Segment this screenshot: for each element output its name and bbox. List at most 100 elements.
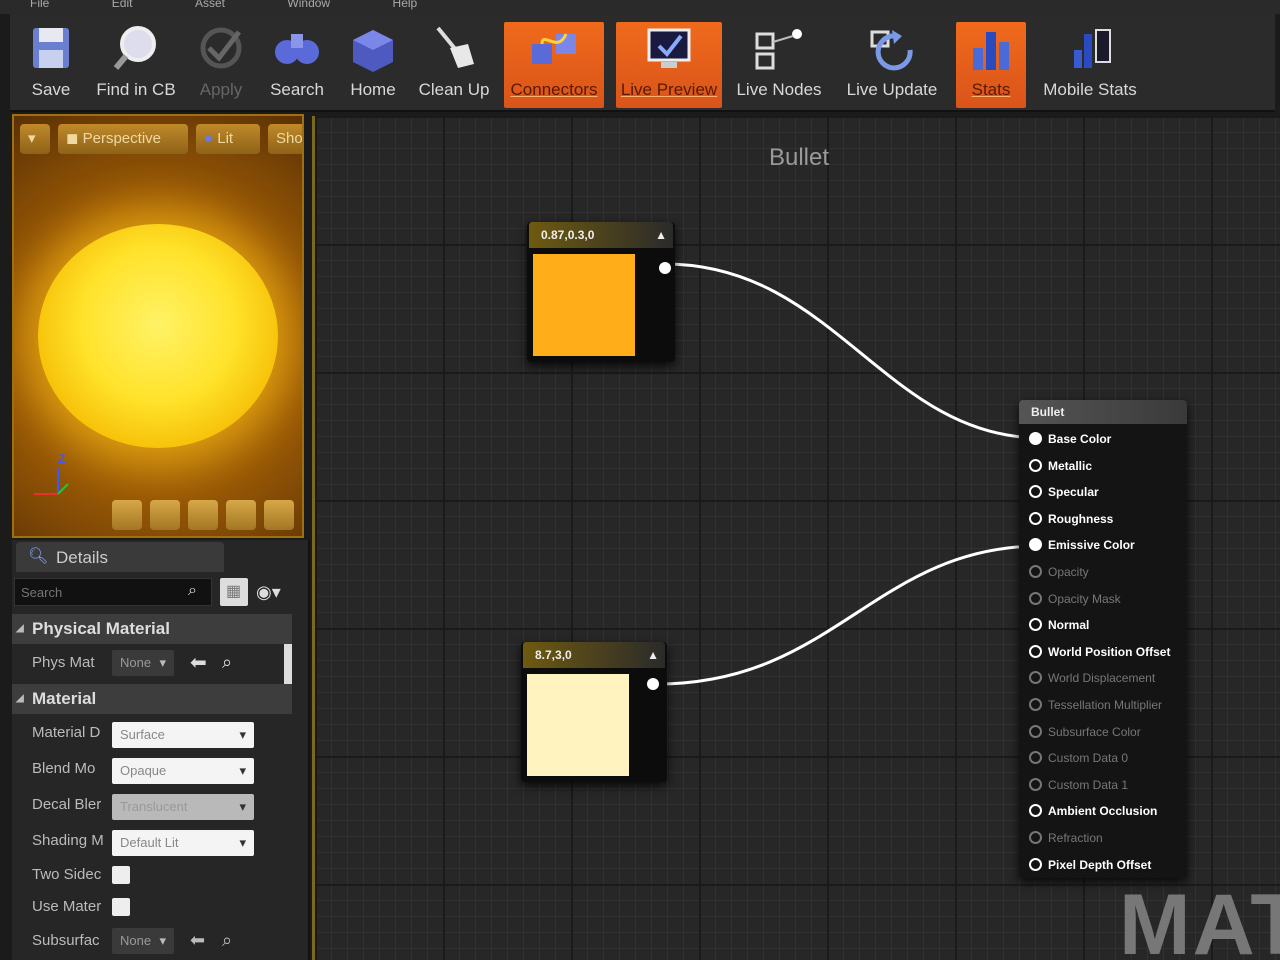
category-material[interactable]: Material	[12, 684, 292, 714]
live-nodes-icon	[755, 29, 802, 70]
axis-gizmo-icon	[34, 468, 69, 495]
menu-asset[interactable]: Asset	[195, 0, 225, 10]
pin-circle-icon	[1029, 591, 1042, 605]
browse-icon[interactable]: ⌕	[222, 930, 232, 951]
live-nodes-button[interactable]: Live Nodes	[732, 22, 826, 108]
shading-model-dropdown[interactable]: Default Lit	[112, 830, 254, 856]
phys-mat-dropdown[interactable]: None	[112, 650, 174, 676]
two-sided-checkbox[interactable]	[112, 866, 130, 884]
constant-node-1[interactable]: 0.87,0.3,0 ▲	[527, 222, 675, 362]
two-sided-label: Two Sidec	[32, 866, 102, 883]
shading-model-label: Shading M	[32, 832, 104, 849]
home-button[interactable]: Home	[340, 22, 406, 108]
browse-icon[interactable]: ⌕	[222, 652, 232, 673]
material-input-pin[interactable]: Tessellation Multiplier	[1029, 698, 1162, 712]
visibility-options-button[interactable]: ◉▾	[256, 582, 296, 604]
arrow-left-icon[interactable]: ⬅	[190, 650, 207, 675]
material-input-pin-label: Subsurface Color	[1048, 724, 1141, 739]
live-update-button[interactable]: Live Update	[836, 22, 948, 108]
pin-circle-icon	[1029, 804, 1042, 818]
details-search-input[interactable]	[14, 578, 212, 606]
decal-blend-dropdown[interactable]: Translucent	[112, 794, 254, 820]
menu-bar: File Edit Asset Window Help	[0, 0, 1280, 14]
cube-preview-button[interactable]	[226, 500, 256, 530]
material-input-pin[interactable]: Normal	[1029, 618, 1089, 632]
constant-node-2[interactable]: 8.7,3,0 ▲	[521, 642, 667, 782]
material-input-pin-label: Tessellation Multiplier	[1048, 698, 1163, 712]
custom-mesh-preview-button[interactable]	[264, 500, 294, 530]
lit-button[interactable]: ● Lit	[196, 124, 260, 154]
viewport-options-button[interactable]: ▾	[20, 124, 50, 154]
material-input-pin[interactable]: Custom Data 0	[1029, 751, 1128, 765]
pin-circle-icon	[1029, 538, 1042, 552]
material-input-pin-label: Emissive Color	[1048, 538, 1135, 553]
stats-button[interactable]: Stats	[956, 22, 1026, 108]
material-input-pin-label: Opacity Mask	[1048, 591, 1121, 606]
sphere-preview-button[interactable]	[150, 500, 180, 530]
perspective-button[interactable]: ◼ Perspective	[58, 124, 188, 154]
menu-window[interactable]: Window	[287, 0, 330, 10]
material-input-pin[interactable]: Base Color	[1029, 432, 1111, 446]
material-input-pin[interactable]: World Displacement	[1029, 671, 1155, 685]
live-preview-button[interactable]: Live Preview	[616, 22, 722, 108]
save-button[interactable]: Save	[16, 22, 86, 108]
pin-circle-icon	[1029, 671, 1042, 685]
material-input-pin-label: Specular	[1048, 485, 1099, 500]
menu-file[interactable]: File	[30, 0, 49, 10]
collapse-triangle-icon[interactable]: ▲	[647, 648, 659, 662]
material-input-pin[interactable]: Opacity Mask	[1029, 591, 1121, 606]
material-node-title: Bullet	[1019, 400, 1187, 424]
connectors-button[interactable]: Connectors	[504, 22, 604, 108]
show-button[interactable]: Sho	[268, 124, 302, 154]
pin-circle-icon	[1029, 724, 1042, 738]
material-input-pin[interactable]: Ambient Occlusion	[1029, 804, 1157, 818]
bar-chart-icon	[973, 32, 1009, 70]
material-output-node[interactable]: Bullet Base Color Metallic Specular Roughne…	[1019, 400, 1187, 878]
pin-circle-icon	[1029, 751, 1042, 765]
material-graph[interactable]: Bullet MATI 0.87,0.3,0 ▲ 8.7,3,0 ▲ Bulle…	[312, 116, 1280, 960]
collapse-triangle-icon[interactable]: ▲	[655, 228, 667, 242]
home-cube-icon	[353, 30, 393, 72]
mobile-stats-button[interactable]: Mobile Stats	[1036, 22, 1144, 108]
preview-sphere	[38, 224, 278, 448]
material-input-pin[interactable]: World Position Offset	[1029, 644, 1170, 659]
material-input-pin[interactable]: Subsurface Color	[1029, 724, 1141, 739]
constant-node-1-swatch	[533, 254, 635, 356]
search-button[interactable]: Search	[262, 22, 332, 108]
material-input-pin[interactable]: Roughness	[1029, 511, 1113, 526]
constant-node-2-output-pin[interactable]	[647, 678, 659, 690]
magnifier-icon: 🔍︎	[28, 548, 49, 565]
menu-edit[interactable]: Edit	[112, 0, 133, 10]
material-input-pin[interactable]: Custom Data 1	[1029, 777, 1128, 792]
constant-node-2-title: 8.7,3,0	[523, 642, 665, 668]
material-input-pin[interactable]: Refraction	[1029, 831, 1103, 845]
arrow-left-icon[interactable]: ⬅	[190, 930, 205, 951]
constant-node-1-output-pin[interactable]	[659, 262, 671, 274]
grid-view-button[interactable]: ▦	[220, 578, 248, 606]
material-input-pin[interactable]: Opacity	[1029, 565, 1089, 579]
material-input-pin[interactable]: Metallic	[1029, 458, 1092, 473]
cylinder-preview-button[interactable]	[112, 500, 142, 530]
find-in-cb-button[interactable]: Find in CB	[90, 22, 182, 108]
material-input-pin-label: Custom Data 0	[1048, 751, 1129, 766]
wire-emissive-color	[656, 544, 1042, 686]
menu-help[interactable]: Help	[393, 0, 418, 10]
lit-sphere-icon: ●	[204, 130, 214, 147]
plane-preview-button[interactable]	[188, 500, 218, 530]
blend-mode-dropdown[interactable]: Opaque	[112, 758, 254, 784]
clean-up-button[interactable]: Clean Up	[412, 22, 496, 108]
details-tab[interactable]: 🔍︎ Details	[16, 542, 224, 572]
use-material-checkbox[interactable]	[112, 898, 130, 916]
material-input-pin[interactable]: Specular	[1029, 485, 1099, 499]
binoculars-icon	[275, 34, 319, 64]
category-physical-material[interactable]: Physical Material	[12, 614, 292, 644]
preview-viewport[interactable]: ▾ ◼ Perspective ● Lit Sho Z	[12, 114, 304, 538]
pin-circle-icon	[1029, 777, 1042, 791]
apply-button[interactable]: Apply	[188, 22, 254, 108]
grid-icon: ▦	[226, 583, 242, 600]
material-domain-dropdown[interactable]: Surface	[112, 722, 254, 748]
material-input-pin[interactable]: Emissive Color	[1029, 538, 1135, 552]
subsurface-dropdown[interactable]: None	[112, 928, 174, 954]
material-input-pin[interactable]: Pixel Depth Offset	[1029, 857, 1151, 872]
wire-base-color	[664, 262, 1042, 440]
